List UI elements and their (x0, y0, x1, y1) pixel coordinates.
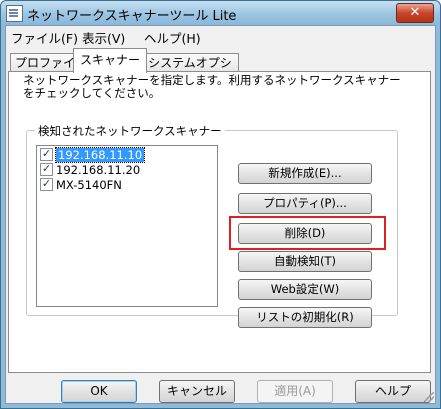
window-title: ネットワークスキャナーツール Lite (27, 9, 237, 24)
properties-button[interactable]: プロパティ(P)... (238, 193, 372, 214)
list-item[interactable]: ✓ 192.168.11.10 (40, 147, 146, 163)
tab-scanner[interactable]: スキャナー (73, 48, 147, 73)
delete-highlight-box (229, 216, 386, 250)
menu-view[interactable]: 表示(V) (82, 28, 125, 47)
group-label: 検知されたネットワークスキャナー (35, 123, 225, 139)
checkbox[interactable]: ✓ (40, 163, 53, 176)
apply-button[interactable]: 適用(A) (257, 380, 333, 403)
tab-profile[interactable]: プロファイル (10, 53, 80, 88)
tab-system-options[interactable]: システムオプション (141, 53, 239, 88)
ok-button[interactable]: OK (61, 380, 137, 403)
app-window: ネットワークスキャナーツール Lite ✕ ファイル(F) 表示(V) ヘルプ(… (0, 0, 441, 409)
auto-detect-button[interactable]: 自動検知(T) (238, 251, 372, 272)
menu-file[interactable]: ファイル(F) (11, 28, 78, 47)
help-button[interactable]: ヘルプ (355, 380, 431, 403)
resize-grip[interactable] (424, 392, 434, 402)
cancel-button[interactable]: キャンセル (159, 380, 235, 403)
app-icon (6, 5, 23, 22)
scanner-name: 192.168.11.10 (54, 147, 146, 163)
checkbox[interactable]: ✓ (40, 178, 53, 191)
reset-list-button[interactable]: リストの初期化(R) (238, 307, 372, 328)
checkbox[interactable]: ✓ (40, 148, 53, 161)
menu-bar: ファイル(F) 表示(V) ヘルプ(H) (6, 26, 435, 46)
close-button[interactable]: ✕ (396, 3, 434, 23)
description-text: ネットワークスキャナーを指定します。利用するネットワークスキャナーをチェックして… (23, 73, 401, 100)
list-item[interactable]: ✓ MX-5140FN (40, 178, 122, 192)
menu-help[interactable]: ヘルプ(H) (144, 28, 201, 47)
list-item[interactable]: ✓ 192.168.11.20 (40, 163, 140, 177)
web-settings-button[interactable]: Web設定(W) (238, 279, 372, 300)
scanner-name: MX-5140FN (56, 178, 122, 192)
scanner-list[interactable]: ✓ 192.168.11.10 ✓ 192.168.11.20 ✓ MX-5140FN (36, 145, 218, 307)
client-area: ファイル(F) 表示(V) ヘルプ(H) プロファイル スキャナー システムオプ… (5, 25, 436, 404)
tab-strip: プロファイル スキャナー システムオプション (6, 48, 435, 88)
new-button[interactable]: 新規作成(E)... (238, 163, 372, 184)
scanner-name: 192.168.11.20 (56, 163, 141, 177)
title-bar[interactable]: ネットワークスキャナーツール Lite ✕ (1, 1, 440, 25)
